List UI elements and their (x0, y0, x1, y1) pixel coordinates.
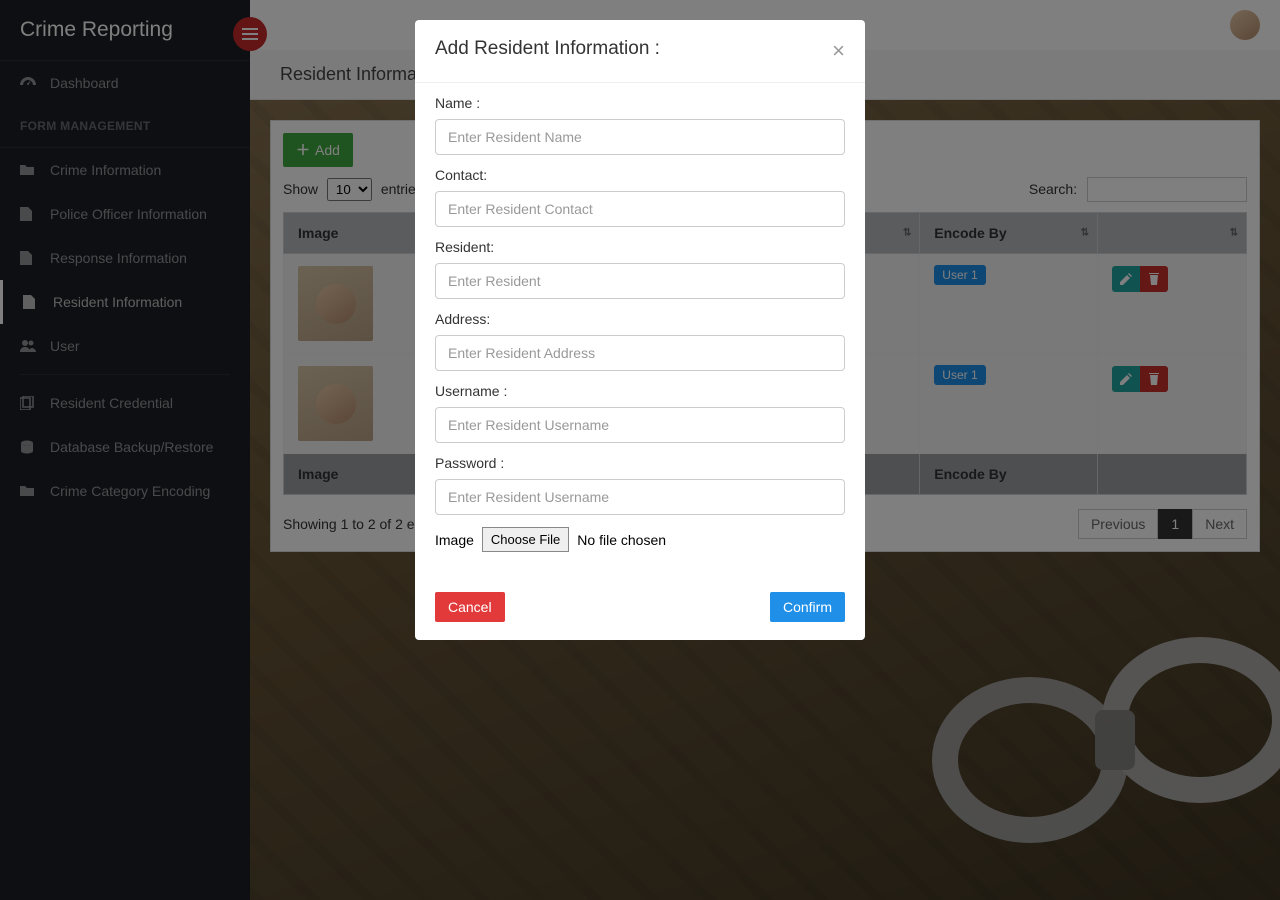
close-icon[interactable]: × (832, 38, 845, 64)
password-input[interactable] (435, 479, 845, 515)
add-resident-modal: Add Resident Information : × Name : Cont… (415, 20, 865, 640)
choose-file-button[interactable]: Choose File (482, 527, 569, 552)
name-label: Name : (435, 95, 845, 111)
resident-label: Resident: (435, 239, 845, 255)
image-label: Image (435, 532, 474, 548)
username-label: Username : (435, 383, 845, 399)
confirm-button[interactable]: Confirm (770, 592, 845, 622)
modal-overlay: Add Resident Information : × Name : Cont… (0, 0, 1280, 900)
address-input[interactable] (435, 335, 845, 371)
modal-title: Add Resident Information : (435, 38, 660, 64)
address-label: Address: (435, 311, 845, 327)
username-input[interactable] (435, 407, 845, 443)
cancel-button[interactable]: Cancel (435, 592, 505, 622)
name-input[interactable] (435, 119, 845, 155)
contact-input[interactable] (435, 191, 845, 227)
password-label: Password : (435, 455, 845, 471)
contact-label: Contact: (435, 167, 845, 183)
file-status: No file chosen (577, 532, 666, 548)
resident-input[interactable] (435, 263, 845, 299)
